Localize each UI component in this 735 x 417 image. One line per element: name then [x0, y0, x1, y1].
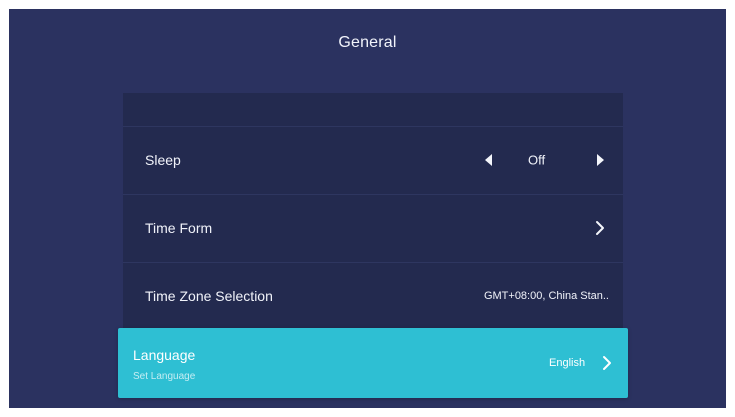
time-form-label: Time Form [145, 220, 213, 236]
language-value: English [549, 357, 586, 369]
triangle-left-icon[interactable] [485, 154, 492, 166]
page-title: General [338, 34, 397, 51]
time-zone-setting-row[interactable]: Time Zone Selection GMT+08:00, China Sta… [123, 262, 623, 330]
time-form-setting-row[interactable]: Time Form [123, 194, 623, 262]
screen: General Sleep Off Time Form Time Zone Se… [9, 9, 726, 408]
language-label: Language [133, 347, 196, 363]
time-zone-label: Time Zone Selection [145, 288, 273, 304]
triangle-right-icon[interactable] [597, 154, 604, 166]
settings-list: Sleep Off Time Form Time Zone Selection … [123, 93, 623, 329]
chevron-right-icon [601, 355, 613, 371]
language-setting-row[interactable]: Language Set Language English [118, 328, 628, 398]
sleep-label: Sleep [145, 152, 181, 168]
chevron-right-icon [594, 220, 606, 236]
sleep-value: Off [528, 152, 546, 168]
language-subtitle: Set Language [133, 371, 196, 382]
time-zone-value: GMT+08:00, China Stan.. [483, 290, 609, 302]
sleep-setting-row[interactable]: Sleep Off [123, 126, 623, 194]
